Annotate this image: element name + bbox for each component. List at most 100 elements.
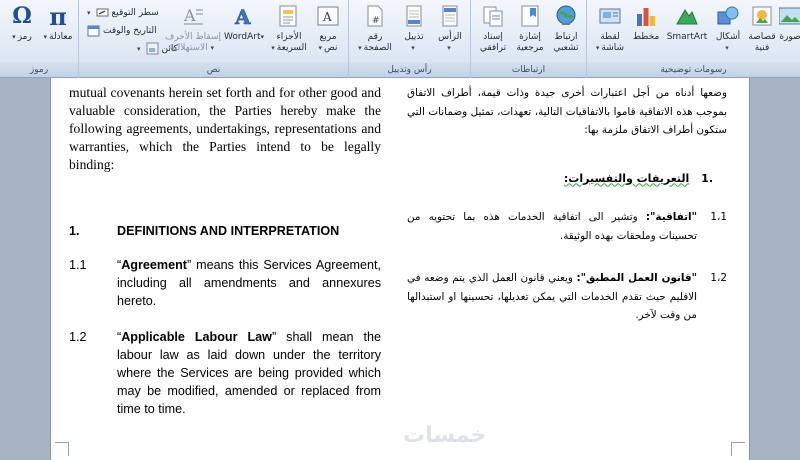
arabic-clause-1-2: 1،2 "قانون العمل المطبق": ويعني قانون ال… <box>407 269 727 325</box>
hyperlink-label: ارتباط تشعبي <box>553 32 579 53</box>
bar-chart-icon <box>634 3 658 29</box>
arabic-column: وضعها أدناه من أجل اعتبارات أخرى جيدة وذ… <box>407 84 727 325</box>
footer-label: تذييل ▾ <box>404 32 424 52</box>
header-label: الرأس ▾ <box>438 32 462 52</box>
clip-art-icon <box>750 3 774 29</box>
english-intro-paragraph: mutual covenants herein set forth and fo… <box>69 85 381 172</box>
globe-link-icon <box>554 3 578 29</box>
omega-icon: Ω <box>12 3 32 29</box>
svg-text:A: A <box>322 10 332 24</box>
english-clause-1-2: 1.2 “Applicable Labour Law” shall mean t… <box>69 328 381 418</box>
symbol-button[interactable]: Ω ▾ رمز <box>8 3 36 43</box>
bookmark-label: إشارة مرجعية <box>516 32 544 53</box>
clause-number: 1.1 <box>69 258 87 272</box>
signature-line-label: سطر التوقيع <box>111 7 159 18</box>
margin-mark-bottom-right <box>731 442 745 456</box>
clause-number: 1،1 <box>710 211 727 223</box>
symbol-label: ▾ رمز <box>12 32 32 42</box>
arabic-clause-1-1: 1،1 "اتفاقية": وتشير الى اتفاقية الخدمات… <box>407 208 727 245</box>
equation-label: ▾ معادلة <box>43 32 73 42</box>
group-label-illustrations: رسومات توضيحية <box>587 63 800 77</box>
equation-button[interactable]: π ▾ معادلة <box>42 1 74 43</box>
heading-number: .1 <box>701 171 713 185</box>
picture-button[interactable]: صورة <box>779 3 800 43</box>
group-label-header-footer: رأس وتذييل <box>349 63 470 77</box>
document-canvas: mutual covenants herein set forth and fo… <box>0 78 800 460</box>
group-header-footer: # رقم ▾ الصفحة تذييل ▾ الرأس ▾ رأس وتذييل <box>348 0 470 78</box>
group-illustrations: لقطة ▾ شاشة مخطط SmartArt أشكال ▾ قصاصة فنية <box>586 0 800 78</box>
cross-reference-button[interactable]: إسناد ترافقي <box>475 3 511 54</box>
drop-cap-label: إسقاط الأحرف الاستهلالية ▾ <box>165 32 222 53</box>
picture-icon <box>779 3 800 29</box>
arabic-heading-1: .1 التعريفات والتفسيرات: <box>407 170 727 189</box>
document-page[interactable]: mutual covenants herein set forth and fo… <box>50 78 750 460</box>
footer-button[interactable]: تذييل ▾ <box>397 3 431 54</box>
page-number-icon: # <box>363 3 387 29</box>
pi-icon: π <box>49 1 67 31</box>
smartart-label: SmartArt <box>666 32 708 42</box>
group-symbols: Ω ▾ رمز π ▾ معادلة رموز <box>0 0 78 78</box>
group-label-text: نص <box>79 63 348 77</box>
smartart-button[interactable]: SmartArt <box>665 3 709 43</box>
watermark: خمسات <box>403 423 487 448</box>
ribbon: Ω ▾ رمز π ▾ معادلة رموز سطر التوقيع ▾ التا… <box>0 0 800 78</box>
picture-label: صورة <box>779 32 800 42</box>
shapes-label: أشكال ▾ <box>715 32 741 52</box>
smartart-icon <box>675 3 699 29</box>
quick-parts-icon <box>277 3 301 29</box>
heading-number: 1. <box>69 224 80 238</box>
svg-text:A: A <box>234 5 251 28</box>
wordart-icon: A <box>233 3 257 29</box>
heading-text: التعريفات والتفسيرات: <box>563 171 690 185</box>
svg-text:A: A <box>183 6 196 25</box>
chart-button[interactable]: مخطط <box>631 3 661 43</box>
cross-reference-icon <box>481 3 505 29</box>
screenshot-label: لقطة ▾ شاشة <box>595 32 625 53</box>
clause-term: Agreement <box>121 258 187 272</box>
english-clause-1-1: 1.1 “Agreement” means this Services Agre… <box>69 256 381 310</box>
clause-number: 1.2 <box>69 330 87 344</box>
screenshot-icon <box>598 3 622 29</box>
page-number-label: رقم ▾ الصفحة <box>358 32 392 53</box>
clause-term: "قانون العمل المطبق": <box>576 272 697 284</box>
clip-art-button[interactable]: قصاصة فنية <box>747 3 777 54</box>
shapes-icon <box>716 3 740 29</box>
english-heading-1: 1. DEFINITIONS AND INTERPRETATION <box>69 222 381 240</box>
text-box-icon: A <box>316 3 340 29</box>
page-number-button[interactable]: # رقم ▾ الصفحة <box>355 3 395 54</box>
margin-mark-bottom-left <box>55 442 69 456</box>
drop-cap-icon: A <box>181 3 205 29</box>
bookmark-icon <box>518 3 542 29</box>
screenshot-button[interactable]: لقطة ▾ شاشة <box>591 3 629 54</box>
chart-label: مخطط <box>632 32 660 42</box>
clause-term: "اتفاقية": <box>645 211 697 223</box>
object-icon <box>146 42 159 55</box>
group-text: سطر التوقيع ▾ التاريخ والوقت كائن ▾ A إس… <box>78 0 348 78</box>
calendar-icon <box>87 25 100 37</box>
shapes-button[interactable]: أشكال ▾ <box>711 3 745 54</box>
arabic-intro-paragraph: وضعها أدناه من أجل اعتبارات أخرى جيدة وذ… <box>407 87 727 136</box>
header-icon <box>438 3 462 29</box>
header-button[interactable]: الرأس ▾ <box>433 3 467 54</box>
text-box-button[interactable]: A مربع ▾ نص <box>313 3 343 54</box>
group-links: إسناد ترافقي إشارة مرجعية ارتباط تشعبي ارتب… <box>470 0 586 78</box>
english-column: mutual covenants herein set forth and fo… <box>69 84 381 418</box>
svg-text:#: # <box>372 16 380 26</box>
date-time-button[interactable]: التاريخ والوقت <box>87 22 157 39</box>
wordart-button[interactable]: A WordArt▾ <box>223 3 265 43</box>
heading-text: DEFINITIONS AND INTERPRETATION <box>117 224 340 238</box>
signature-line-button[interactable]: سطر التوقيع ▾ <box>87 4 159 21</box>
wordart-label: WordArt▾ <box>223 32 265 42</box>
quick-parts-button[interactable]: الأجزاء ▾ السريعة <box>271 3 307 54</box>
drop-cap-button[interactable]: A إسقاط الأحرف الاستهلالية ▾ <box>165 3 221 54</box>
quick-parts-label: الأجزاء ▾ السريعة <box>271 32 307 53</box>
signature-pen-icon <box>96 8 109 17</box>
group-label-symbols: رموز <box>0 63 78 77</box>
bookmark-button[interactable]: إشارة مرجعية <box>513 3 547 54</box>
clause-number: 1،2 <box>710 272 727 284</box>
text-box-label: مربع ▾ نص <box>318 32 338 53</box>
clause-term: Applicable Labour Law <box>121 330 272 344</box>
cross-reference-label: إسناد ترافقي <box>479 32 507 53</box>
footer-icon <box>402 3 426 29</box>
hyperlink-button[interactable]: ارتباط تشعبي <box>549 3 583 54</box>
